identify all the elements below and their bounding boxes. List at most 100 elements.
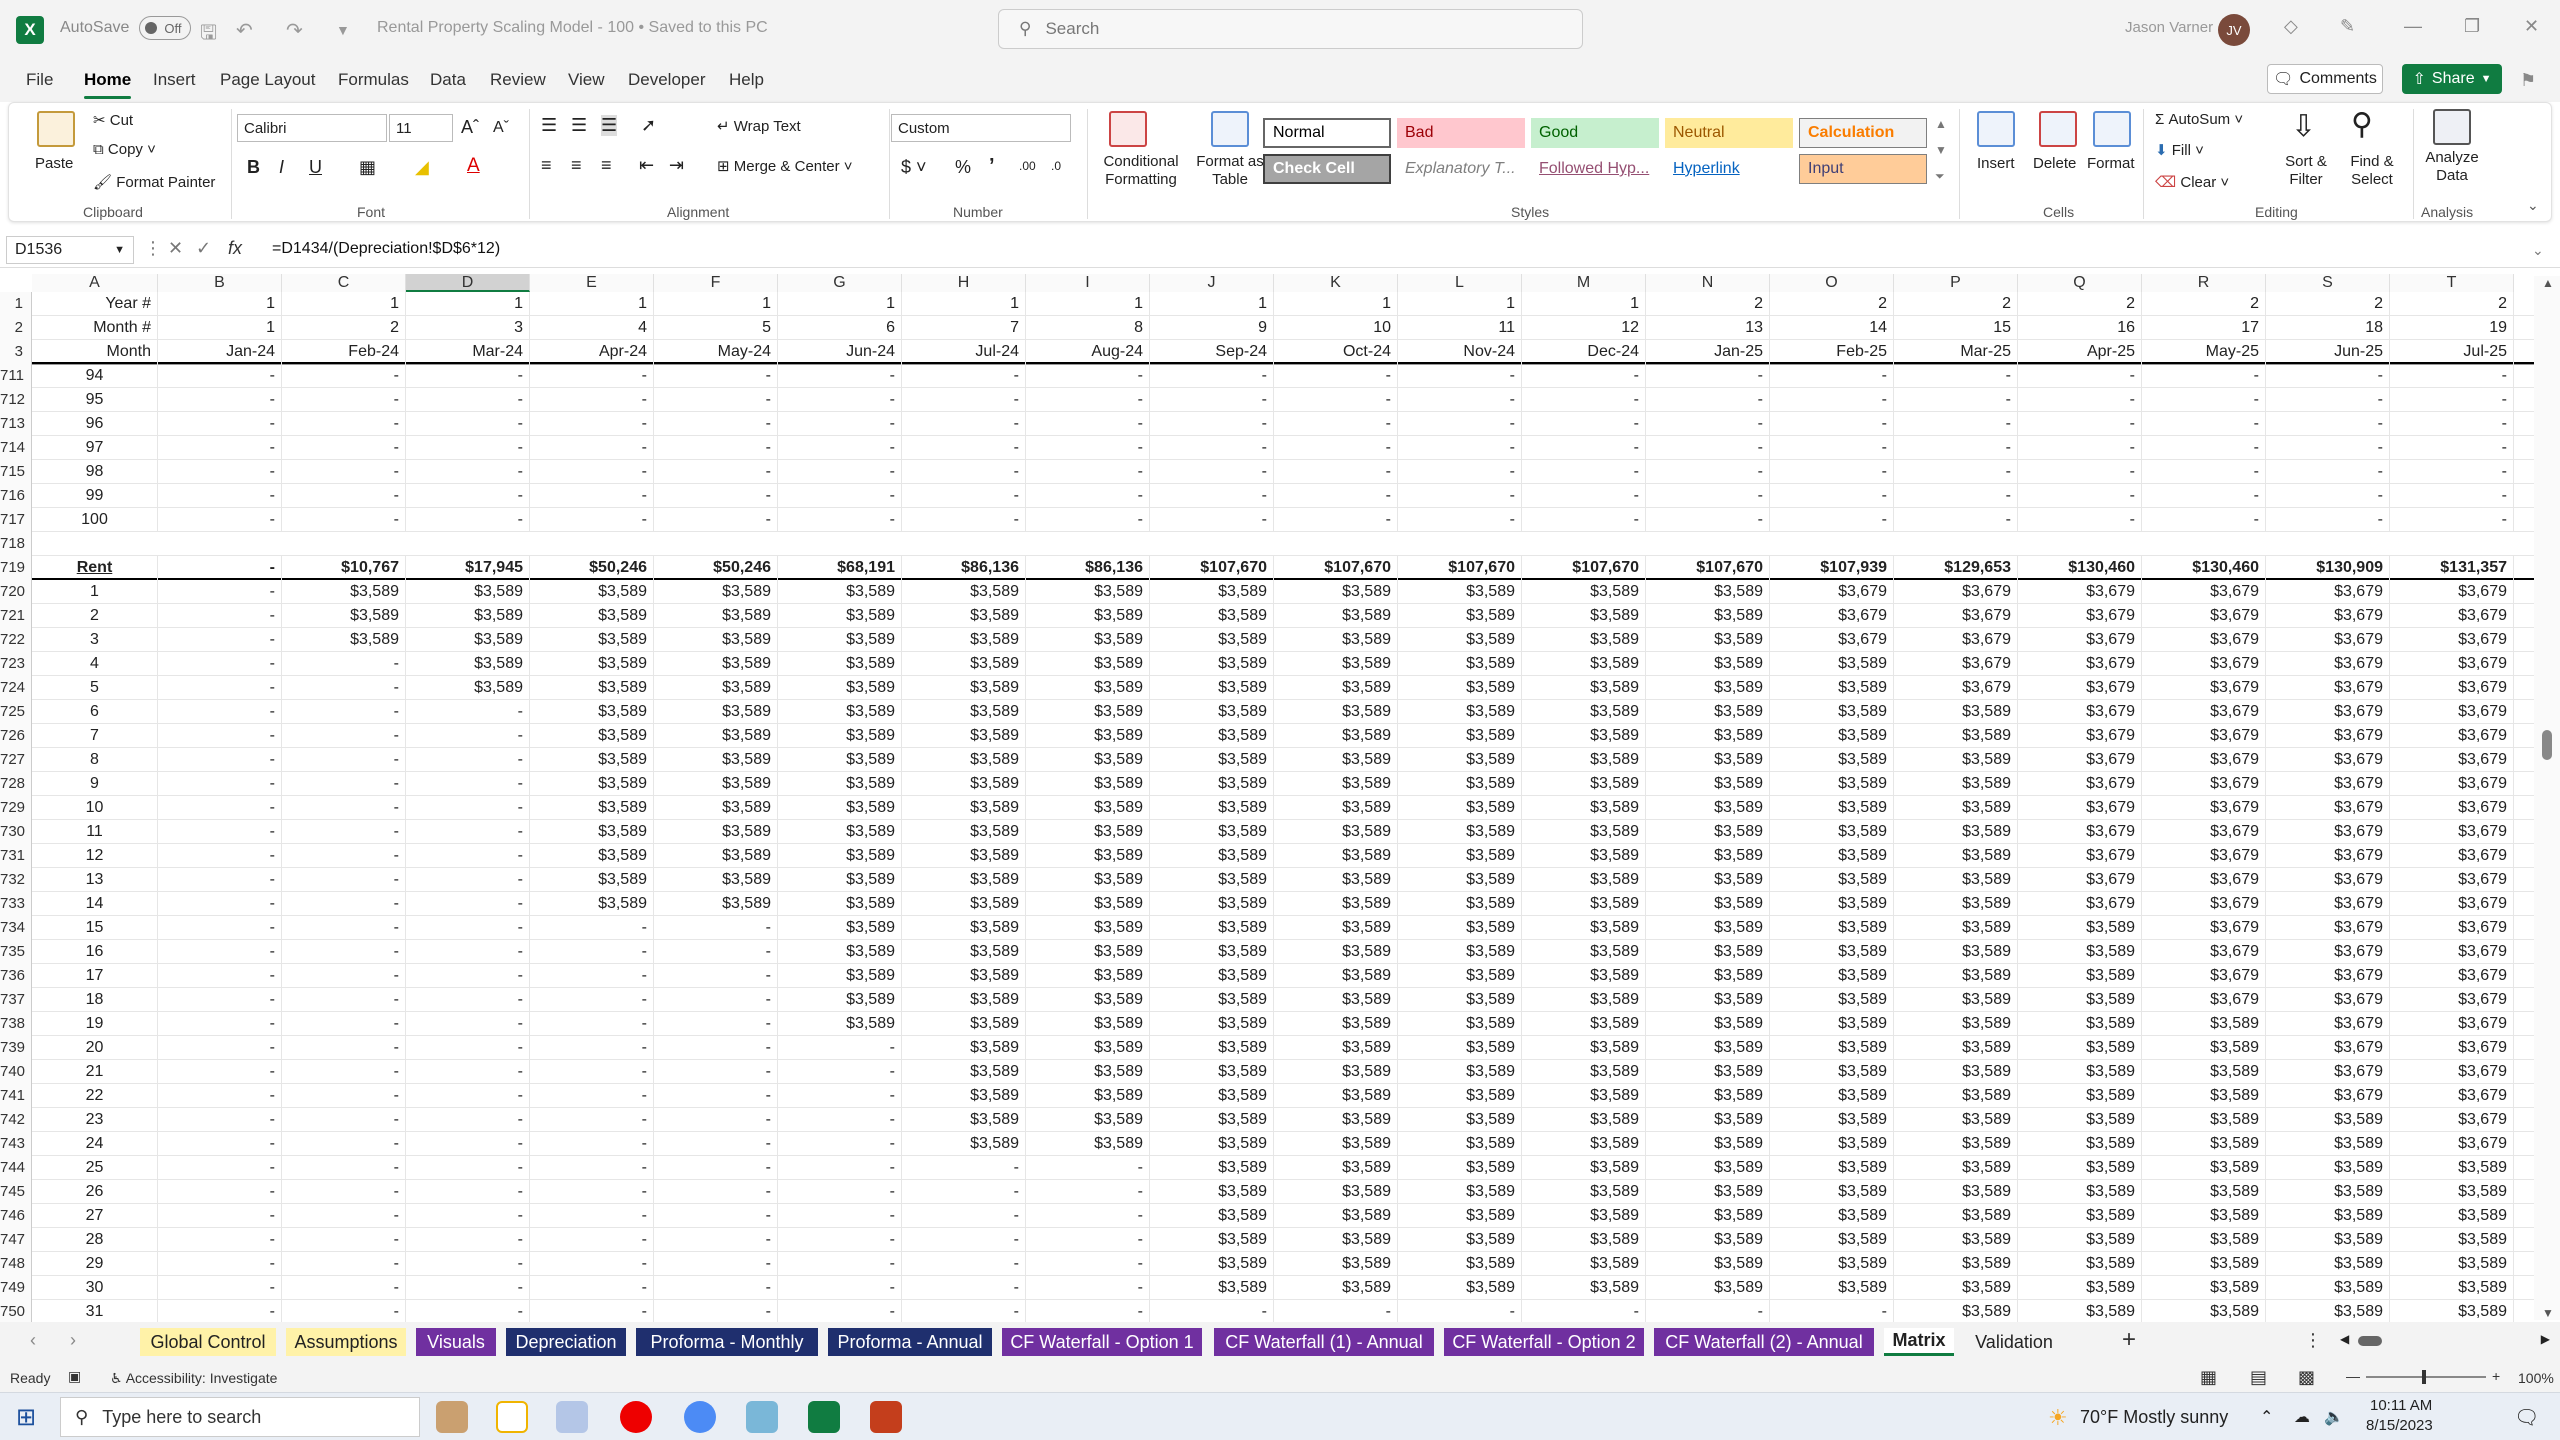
data-cell[interactable]: - bbox=[2018, 484, 2142, 508]
data-cell[interactable]: - bbox=[406, 1060, 530, 1084]
row-number[interactable]: 3 bbox=[0, 340, 32, 364]
data-cell[interactable]: 2 bbox=[2266, 292, 2390, 316]
data-cell[interactable]: - bbox=[282, 388, 406, 412]
data-cell[interactable]: 2 bbox=[1770, 292, 1894, 316]
data-cell[interactable]: $3,679 bbox=[2390, 748, 2514, 772]
data-cell[interactable]: $3,589 bbox=[778, 700, 902, 724]
data-cell[interactable]: $3,589 bbox=[1398, 892, 1522, 916]
data-cell[interactable]: $3,589 bbox=[1150, 580, 1274, 604]
data-cell[interactable]: $3,589 bbox=[1274, 844, 1398, 868]
data-cell[interactable]: $3,589 bbox=[1646, 1036, 1770, 1060]
data-cell[interactable]: 16 bbox=[2018, 316, 2142, 340]
tab-proforma-monthly[interactable]: Proforma - Monthly bbox=[636, 1328, 818, 1356]
data-cell[interactable]: - bbox=[1398, 388, 1522, 412]
data-cell[interactable]: $3,589 bbox=[1274, 916, 1398, 940]
column-header-o[interactable]: O bbox=[1770, 274, 1894, 292]
data-cell[interactable]: $3,589 bbox=[1522, 1012, 1646, 1036]
data-cell[interactable]: $3,589 bbox=[1646, 844, 1770, 868]
data-cell[interactable]: - bbox=[2018, 460, 2142, 484]
data-cell[interactable]: Dec-24 bbox=[1522, 340, 1646, 364]
data-cell[interactable]: $3,589 bbox=[1150, 940, 1274, 964]
file-explorer-icon[interactable] bbox=[496, 1401, 528, 1433]
data-cell[interactable]: $3,679 bbox=[2390, 916, 2514, 940]
data-cell[interactable]: - bbox=[158, 916, 282, 940]
data-cell[interactable]: $3,589 bbox=[778, 748, 902, 772]
data-cell[interactable]: - bbox=[158, 580, 282, 604]
data-cell[interactable]: - bbox=[282, 724, 406, 748]
currency-icon[interactable]: $ ˅ bbox=[901, 157, 927, 178]
data-cell[interactable]: 1 bbox=[654, 292, 778, 316]
data-cell[interactable]: - bbox=[1398, 412, 1522, 436]
data-cell[interactable]: - bbox=[2390, 364, 2514, 388]
data-cell[interactable]: - bbox=[778, 436, 902, 460]
data-cell[interactable]: $3,589 bbox=[902, 988, 1026, 1012]
data-cell[interactable]: - bbox=[282, 868, 406, 892]
data-cell[interactable]: - bbox=[406, 988, 530, 1012]
data-cell[interactable]: $3,589 bbox=[902, 844, 1026, 868]
data-cell[interactable]: $3,589 bbox=[1026, 724, 1150, 748]
zoom-level[interactable]: 100% bbox=[2518, 1370, 2554, 1386]
data-cell[interactable]: - bbox=[282, 772, 406, 796]
data-cell[interactable]: 19 bbox=[2390, 316, 2514, 340]
feedback-icon[interactable]: ⚑ bbox=[2520, 70, 2536, 91]
data-cell[interactable]: $3,589 bbox=[654, 748, 778, 772]
data-cell[interactable]: $3,589 bbox=[1646, 1084, 1770, 1108]
hscroll-thumb[interactable] bbox=[2358, 1336, 2382, 1346]
data-cell[interactable]: - bbox=[530, 1060, 654, 1084]
data-cell[interactable]: $3,589 bbox=[1770, 988, 1894, 1012]
data-cell[interactable]: $3,589 bbox=[530, 868, 654, 892]
data-cell[interactable]: $3,589 bbox=[778, 676, 902, 700]
data-cell[interactable]: - bbox=[158, 964, 282, 988]
data-cell[interactable]: $3,589 bbox=[1894, 892, 2018, 916]
data-cell[interactable]: - bbox=[1770, 412, 1894, 436]
data-cell[interactable]: $3,589 bbox=[654, 796, 778, 820]
data-cell[interactable]: 1 bbox=[158, 292, 282, 316]
styles-scroll-down-icon[interactable]: ▼ bbox=[1935, 143, 1947, 157]
data-cell[interactable]: Mar-24 bbox=[406, 340, 530, 364]
row-label-cell[interactable]: Month bbox=[32, 340, 158, 364]
row-label-cell[interactable]: 16 bbox=[32, 940, 158, 964]
data-cell[interactable]: $3,589 bbox=[778, 892, 902, 916]
delete-cells-icon[interactable] bbox=[2039, 111, 2077, 147]
insert-function-icon[interactable]: fx bbox=[228, 238, 242, 259]
data-cell[interactable]: $3,589 bbox=[1894, 1228, 2018, 1252]
data-cell[interactable]: $3,589 bbox=[1398, 916, 1522, 940]
data-cell[interactable]: $3,589 bbox=[1646, 1060, 1770, 1084]
row-number[interactable]: 718 bbox=[0, 532, 32, 556]
data-cell[interactable]: $130,460 bbox=[2142, 556, 2266, 580]
data-cell[interactable]: 2 bbox=[2018, 292, 2142, 316]
data-cell[interactable]: - bbox=[282, 1012, 406, 1036]
row-label-cell[interactable]: Month # bbox=[32, 316, 158, 340]
data-cell[interactable]: - bbox=[530, 364, 654, 388]
data-cell[interactable]: $3,589 bbox=[2142, 1300, 2266, 1324]
data-cell[interactable]: - bbox=[282, 484, 406, 508]
data-cell[interactable]: - bbox=[1150, 1300, 1274, 1324]
data-cell[interactable]: - bbox=[2390, 388, 2514, 412]
row-label-cell[interactable]: 31 bbox=[32, 1300, 158, 1324]
data-cell[interactable]: - bbox=[778, 1228, 902, 1252]
data-cell[interactable]: - bbox=[282, 1204, 406, 1228]
data-cell[interactable]: $107,670 bbox=[1522, 556, 1646, 580]
data-cell[interactable]: $3,589 bbox=[902, 676, 1026, 700]
data-cell[interactable]: $3,589 bbox=[902, 892, 1026, 916]
data-cell[interactable]: - bbox=[406, 1300, 530, 1324]
data-cell[interactable]: 8 bbox=[1026, 316, 1150, 340]
data-cell[interactable]: - bbox=[530, 1228, 654, 1252]
data-cell[interactable]: $3,589 bbox=[1150, 1036, 1274, 1060]
data-cell[interactable]: $3,589 bbox=[1274, 604, 1398, 628]
data-cell[interactable]: $3,589 bbox=[1150, 772, 1274, 796]
data-cell[interactable]: $3,679 bbox=[2390, 1060, 2514, 1084]
data-cell[interactable]: - bbox=[406, 1180, 530, 1204]
data-cell[interactable]: $3,589 bbox=[1398, 1228, 1522, 1252]
data-cell[interactable]: - bbox=[1398, 436, 1522, 460]
data-cell[interactable]: $3,589 bbox=[1398, 772, 1522, 796]
volume-icon[interactable]: 🔈 bbox=[2324, 1407, 2344, 1427]
row-number[interactable]: 725 bbox=[0, 700, 32, 724]
data-cell[interactable]: $3,589 bbox=[1894, 772, 2018, 796]
data-cell[interactable]: $3,679 bbox=[1894, 580, 2018, 604]
data-cell[interactable]: $3,589 bbox=[902, 724, 1026, 748]
data-cell[interactable]: $3,679 bbox=[1770, 604, 1894, 628]
data-cell[interactable]: 2 bbox=[282, 316, 406, 340]
data-cell[interactable]: $131,357 bbox=[2390, 556, 2514, 580]
data-cell[interactable]: - bbox=[530, 1204, 654, 1228]
